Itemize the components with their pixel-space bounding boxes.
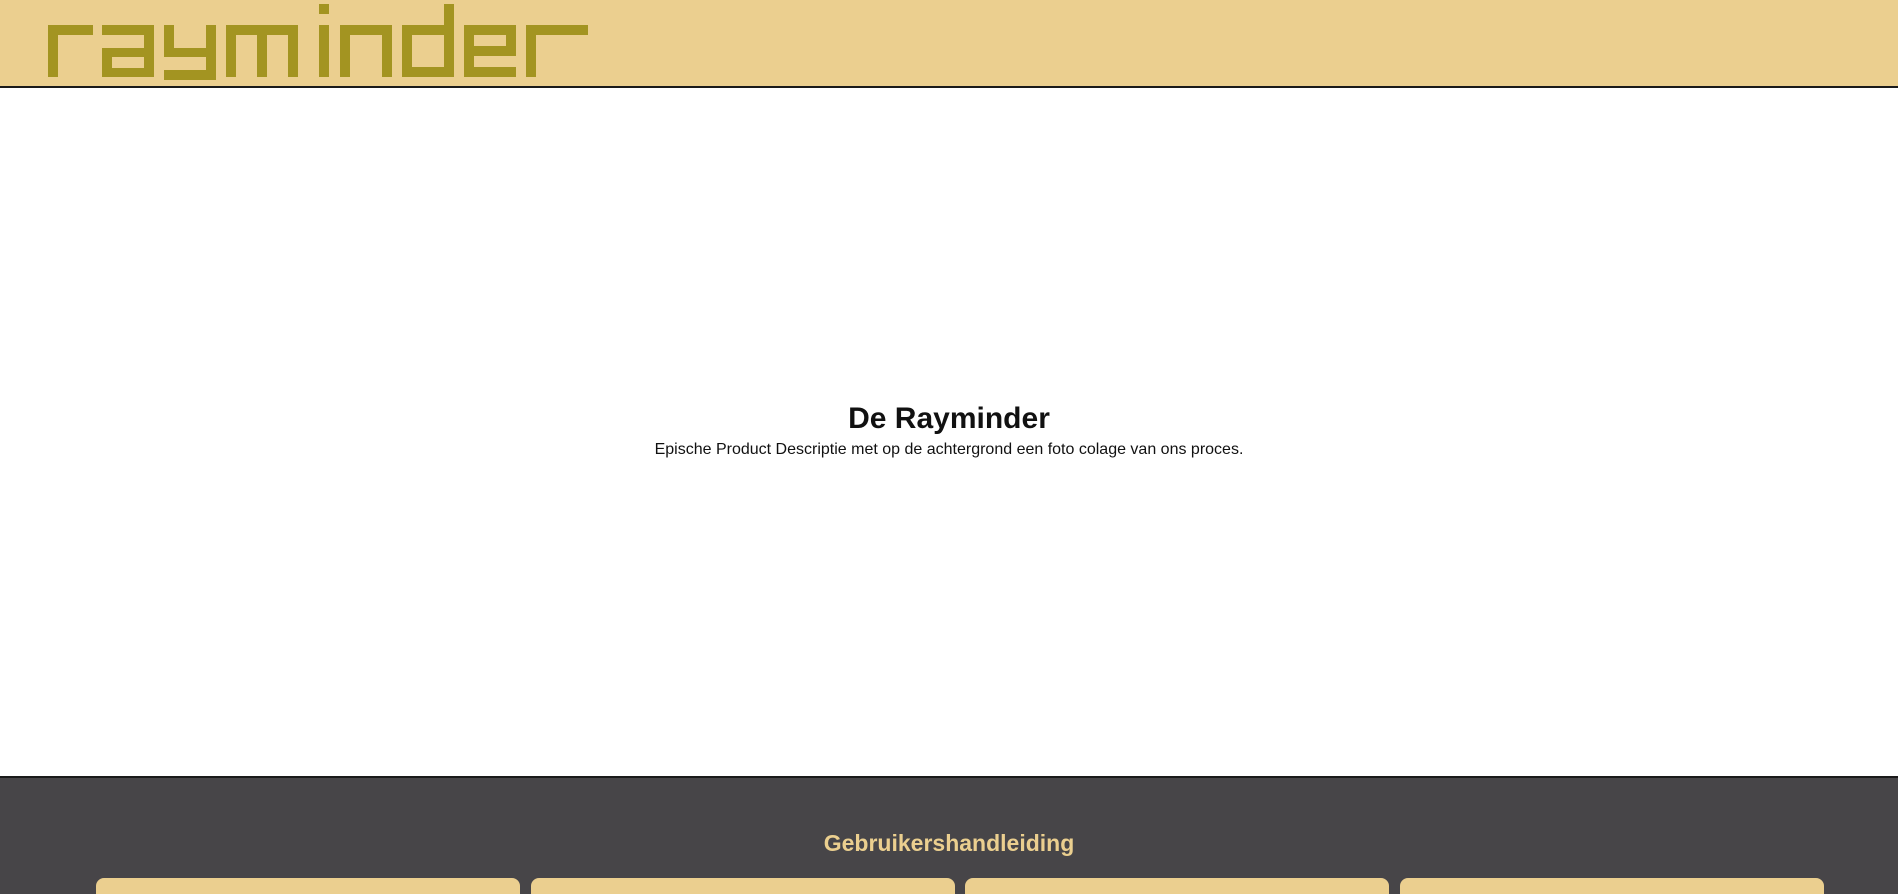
site-header: [0, 0, 1898, 88]
manual-title: Gebruikershandleiding: [823, 830, 1075, 856]
hero-title: De Rayminder: [848, 402, 1050, 435]
hero-section: De Rayminder Epische Product Descriptie …: [0, 88, 1898, 776]
hero-description: Epische Product Descriptie met op de ach…: [654, 441, 1244, 458]
rayminder-logo[interactable]: [48, 2, 588, 80]
manual-section: Gebruikershandleiding: [0, 776, 1898, 894]
